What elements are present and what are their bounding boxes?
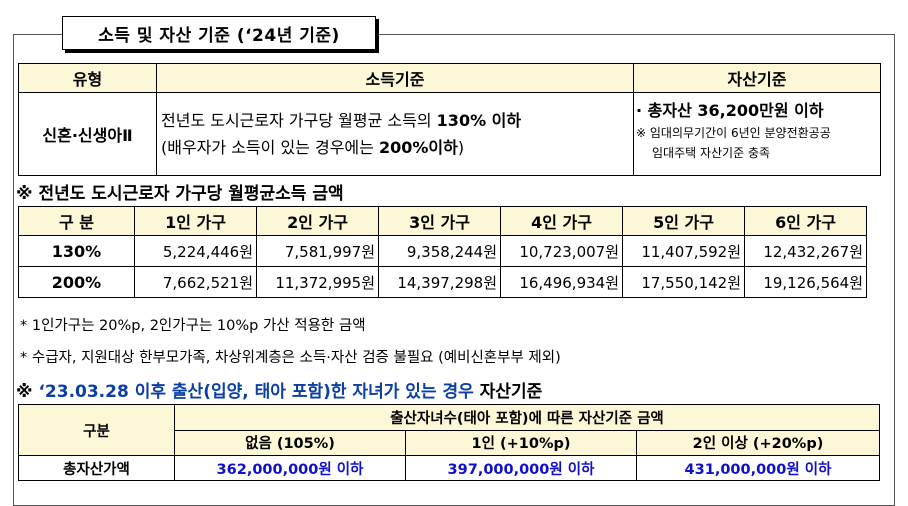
income-line2: (배우자가 소득이 있는 경우에는 xyxy=(161,138,379,157)
asset-col-one: 1인 (+10%p) xyxy=(405,429,637,456)
income-cell: 17,550,142원 xyxy=(622,266,745,298)
income-cell: 12,432,267원 xyxy=(744,235,867,267)
income-cell: 10,723,007원 xyxy=(500,235,623,267)
income-line1: 전년도 도시근로자 가구당 월평균 소득의 xyxy=(161,111,437,130)
note-1: * 1인가구는 20%p, 2인가구는 10%p 가산 적용한 금액 xyxy=(20,318,366,334)
header-type: 유형 xyxy=(18,63,157,93)
income-header-0: 구 분 xyxy=(18,206,135,236)
asset-row-label: 총자산가액 xyxy=(18,455,175,481)
income-header-3: 3인 가구 xyxy=(378,206,501,236)
income-criteria-cell: 전년도 도시근로자 가구당 월평균 소득의 130% 이하 (배우자가 소득이 … xyxy=(156,92,634,176)
note-2: * 수급자, 지원대상 한부모가족, 차상위계층은 소득·자산 검증 불필요 (… xyxy=(20,350,561,366)
income-header-4: 4인 가구 xyxy=(500,206,623,236)
asset-criteria-cell: · 총자산 36,200만원 이하 ※ 임대의무기간이 6년인 분양전환공공 임… xyxy=(633,92,881,176)
page-title: 소득 및 자산 기준 (‘24년 기준) xyxy=(62,16,376,50)
asset-main: · 총자산 36,200만원 이하 xyxy=(636,101,824,120)
asset-value: 431,000,000원 이하 xyxy=(636,455,880,481)
income-cell: 9,358,244원 xyxy=(378,235,501,267)
type-cell: 신혼·신생아Ⅱ xyxy=(18,92,157,176)
header-income: 소득기준 xyxy=(156,63,634,93)
asset-value: 397,000,000원 이하 xyxy=(405,455,637,481)
income-header-2: 2인 가구 xyxy=(256,206,379,236)
asset-heading: ※ ‘23.03.28 이후 출산(입양, 태아 포함)한 자녀가 있는 경우 … xyxy=(16,377,542,402)
table-row: 총자산가액 362,000,000원 이하 397,000,000원 이하 43… xyxy=(18,455,880,481)
asset-value: 362,000,000원 이하 xyxy=(174,455,406,481)
criteria-table: 유형 소득기준 자산기준 신혼·신생아Ⅱ 전년도 도시근로자 가구당 월평균 소… xyxy=(18,63,881,176)
asset-col-two-plus: 2인 이상 (+20%p) xyxy=(636,429,880,456)
income-header-1: 1인 가구 xyxy=(134,206,257,236)
asset-row-header: 구분 xyxy=(18,404,175,456)
asset-group-header: 출산자녀수(태아 포함)에 따른 자산기준 금액 xyxy=(174,404,880,431)
income-cell: 19,126,564원 xyxy=(744,266,867,298)
income-cell: 11,372,995원 xyxy=(256,266,379,298)
income-cell: 7,662,521원 xyxy=(134,266,257,298)
row-label-130: 130% xyxy=(18,235,135,267)
asset-note-line2: 임대주택 자산기준 충족 xyxy=(652,146,771,160)
income-cell: 5,224,446원 xyxy=(134,235,257,267)
asset-table: 구분 출산자녀수(태아 포함)에 따른 자산기준 금액 없음 (105%) 1인… xyxy=(18,404,880,481)
income-cell: 16,496,934원 xyxy=(500,266,623,298)
income-table: 구 분 1인 가구 2인 가구 3인 가구 4인 가구 5인 가구 6인 가구 … xyxy=(18,206,867,298)
income-header-6: 6인 가구 xyxy=(744,206,867,236)
asset-heading-prefix: ※ xyxy=(16,382,39,402)
income-line1-bold: 130% 이하 xyxy=(436,111,522,130)
asset-heading-blue: ‘23.03.28 이후 출산(입양, 태아 포함)한 자녀가 있는 경우 xyxy=(38,382,474,402)
table-row: 130% 5,224,446원 7,581,997원 9,358,244원 10… xyxy=(18,235,867,267)
asset-note-line1: ※ 임대의무기간이 6년인 분양전환공공 xyxy=(636,126,831,140)
asset-heading-suffix: 자산기준 xyxy=(473,382,543,402)
asset-note: ※ 임대의무기간이 6년인 분양전환공공 임대주택 자산기준 충족 xyxy=(636,123,880,163)
income-heading: ※ 전년도 도시근로자 가구당 월평균소득 금액 xyxy=(16,184,344,204)
header-asset: 자산기준 xyxy=(633,63,881,93)
asset-col-none: 없음 (105%) xyxy=(174,429,406,456)
income-cell: 7,581,997원 xyxy=(256,235,379,267)
income-line2-end: ) xyxy=(457,138,465,157)
income-line2-bold: 200%이하 xyxy=(378,138,458,157)
table-row: 200% 7,662,521원 11,372,995원 14,397,298원 … xyxy=(18,266,867,298)
income-cell: 14,397,298원 xyxy=(378,266,501,298)
income-cell: 11,407,592원 xyxy=(622,235,745,267)
income-header-5: 5인 가구 xyxy=(622,206,745,236)
row-label-200: 200% xyxy=(18,266,135,298)
